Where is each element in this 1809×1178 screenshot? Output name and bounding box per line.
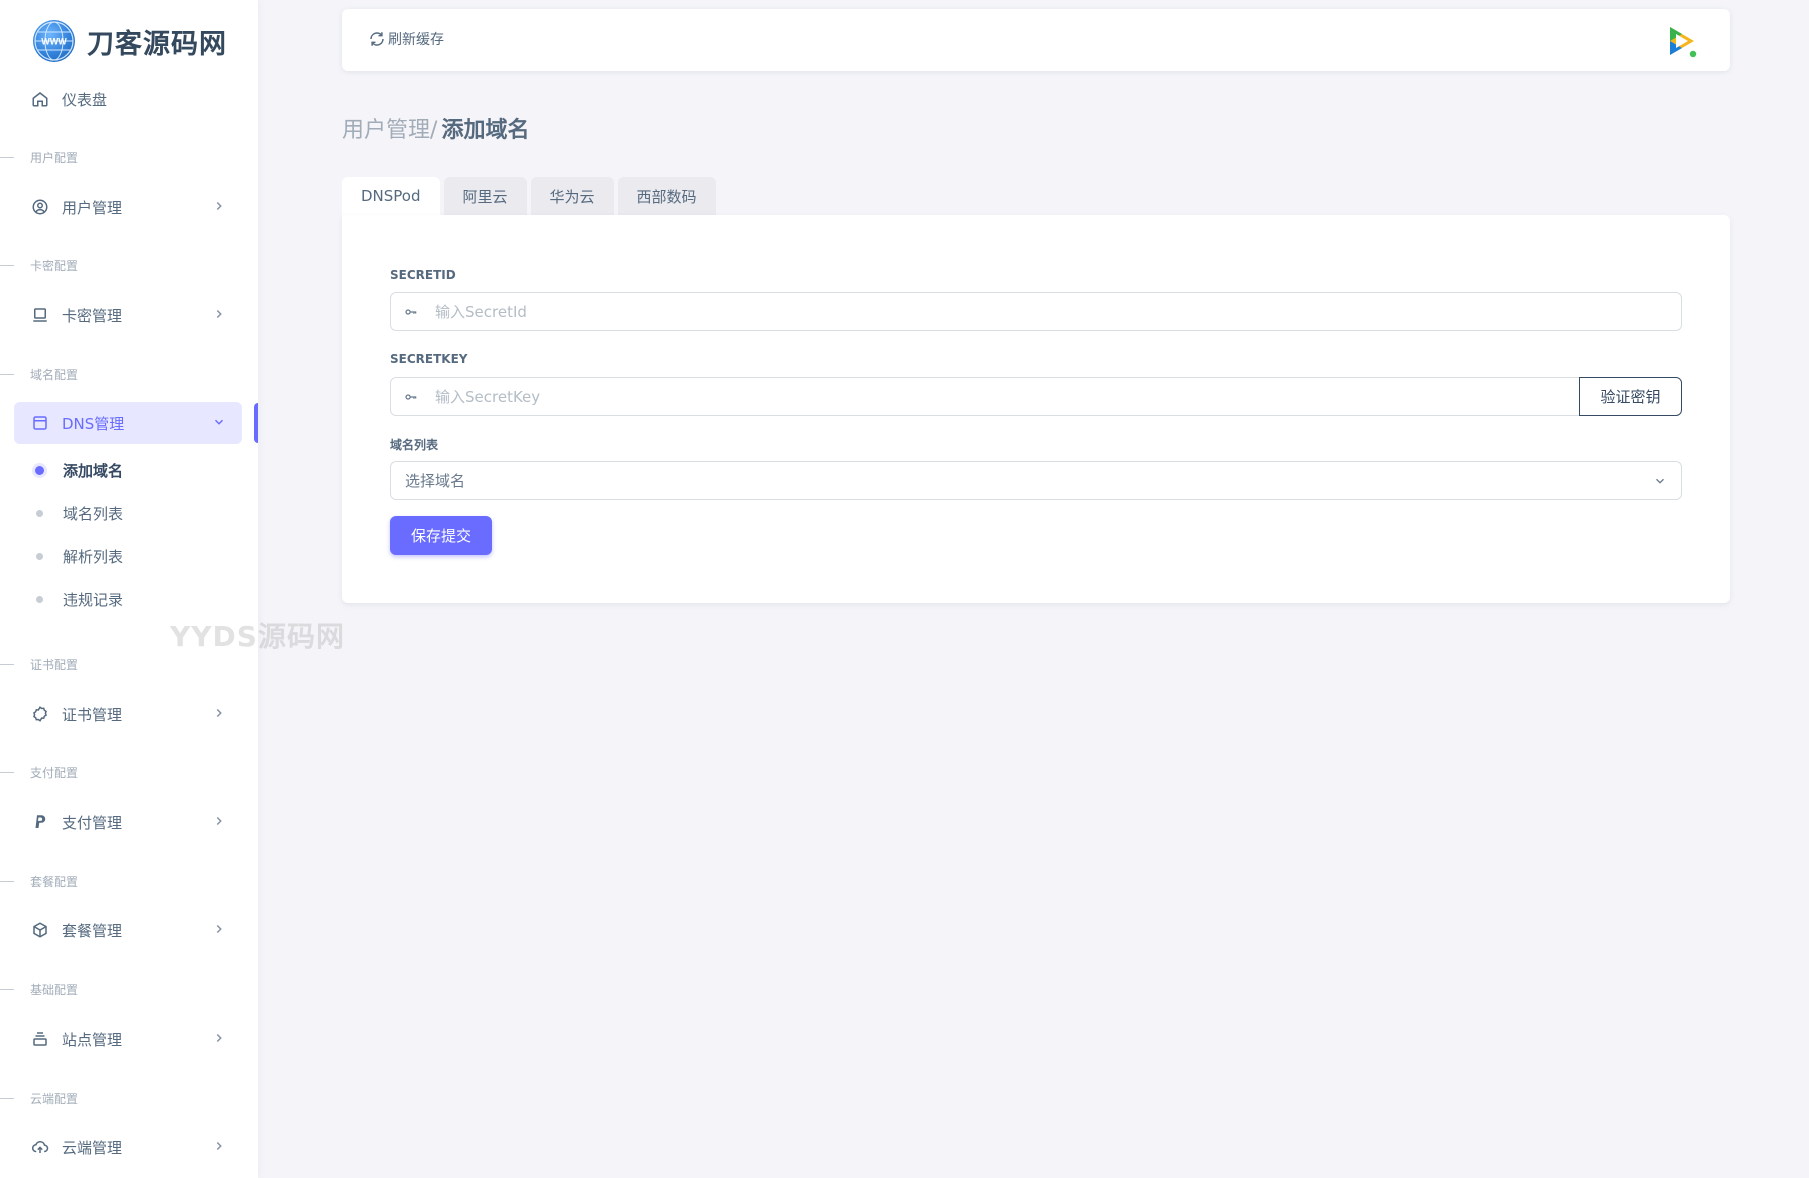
paypal-icon [30,812,50,832]
provider-tabs: DNSPod 阿里云 华为云 西部数码 [342,177,720,215]
refresh-cache-button[interactable]: 刷新缓存 [368,29,444,49]
tab-aliyun[interactable]: 阿里云 [443,177,527,215]
section-header-domain: 域名配置 [0,365,78,383]
sidebar-item-sites[interactable]: 站点管理 [14,1018,242,1060]
sidebar-item-packages[interactable]: 套餐管理 [14,909,242,951]
tab-west-digital[interactable]: 西部数码 [617,177,716,215]
verify-key-button[interactable]: 验证密钥 [1579,377,1682,416]
chevron-right-icon [216,309,222,319]
watermark-text: YYDS源码网 [170,620,345,653]
sidebar-subitem-record-list[interactable]: 解析列表 [30,543,123,569]
secretkey-input-group: 验证密钥 [390,377,1682,416]
domain-select-value: 选择域名 [405,472,466,490]
secretkey-input[interactable] [431,378,1681,415]
sidebar-item-label: 卡密管理 [62,306,123,325]
chevron-right-icon [216,708,222,718]
sidebar-item-users[interactable]: 用户管理 [14,186,242,228]
section-header-package: 套餐配置 [0,872,78,890]
sidebar-item-certs[interactable]: 证书管理 [14,693,242,735]
chevron-right-icon [216,1141,222,1151]
certificate-icon [30,704,50,724]
save-submit-button[interactable]: 保存提交 [390,516,492,555]
section-header-cert: 证书配置 [0,655,78,673]
key-icon [391,305,431,319]
brand-name: 刀客源码网 [87,28,227,60]
tab-huaweicloud[interactable]: 华为云 [530,177,614,215]
chevron-down-icon [214,419,224,425]
active-indicator [254,403,258,443]
laptop-icon [30,305,50,325]
sidebar-item-label: 仪表盘 [62,90,108,109]
sidebar-item-label: 套餐管理 [62,921,123,940]
secretkey-label: SECRETKEY [390,352,468,366]
secretid-input-group [390,292,1682,331]
tab-dnspod[interactable]: DNSPod [342,177,440,215]
sidebar-subitem-domain-list[interactable]: 域名列表 [30,500,123,526]
sidebar-item-label: DNS管理 [62,414,125,433]
sidebar: WWW 刀客源码网 仪表盘 用户配置 用户管理 卡密配置 卡密管理 域名配置 D… [0,0,258,1178]
sidebar-item-label: 支付管理 [62,813,123,832]
cloud-upload-icon [30,1137,50,1157]
chevron-down-icon [1656,478,1664,484]
sidebar-item-label: 证书管理 [62,705,123,724]
breadcrumb-parent[interactable]: 用户管理 [342,112,430,144]
sidebar-item-dns[interactable]: DNS管理 [14,402,242,444]
chevron-right-icon [216,924,222,934]
cube-icon [30,920,50,940]
secretid-input[interactable] [431,293,1681,330]
section-header-card: 卡密配置 [0,256,78,274]
section-header-cloud: 云端配置 [0,1089,78,1107]
domain-select[interactable]: 选择域名 [390,461,1682,500]
breadcrumb: 用户管理 / 添加域名 [342,112,529,144]
stack-icon [30,1029,50,1049]
chevron-right-icon [216,1033,222,1043]
chevron-right-icon [216,816,222,826]
page-title: 添加域名 [441,118,530,143]
sidebar-item-label: 站点管理 [62,1030,123,1049]
home-icon [30,89,50,109]
section-header-pay: 支付配置 [0,763,78,781]
refresh-label: 刷新缓存 [388,32,444,48]
sidebar-item-cloud[interactable]: 云端管理 [14,1126,242,1168]
svg-text:WWW: WWW [41,37,67,47]
sidebar-subitem-violations[interactable]: 违规记录 [30,586,123,612]
sidebar-item-label: 用户管理 [62,198,123,217]
secretid-label: SECRETID [390,268,456,282]
sidebar-item-cards[interactable]: 卡密管理 [14,294,242,336]
key-icon [391,390,431,404]
chevron-right-icon [216,201,222,211]
sidebar-subitem-add-domain[interactable]: 添加域名 [30,457,123,483]
brand[interactable]: WWW 刀客源码网 [33,19,227,63]
user-circle-icon [30,197,50,217]
section-header-user: 用户配置 [0,148,78,166]
sidebar-item-payments[interactable]: 支付管理 [14,801,242,843]
top-navbar: 刷新缓存 [342,9,1730,71]
section-header-basic: 基础配置 [0,980,78,998]
user-avatar[interactable] [1660,21,1700,61]
domain-list-label: 域名列表 [390,438,439,452]
sidebar-item-dashboard[interactable]: 仪表盘 [14,78,242,120]
globe-logo-icon: WWW [33,20,75,62]
refresh-icon [370,32,384,46]
sidebar-item-label: 云端管理 [62,1138,123,1157]
breadcrumb-separator: / [430,118,438,143]
browser-window-icon [30,413,50,433]
dnspod-form-card: SECRETID SECRETKEY 验证密钥 域名列表 选择域名 保存提交 [342,215,1730,603]
